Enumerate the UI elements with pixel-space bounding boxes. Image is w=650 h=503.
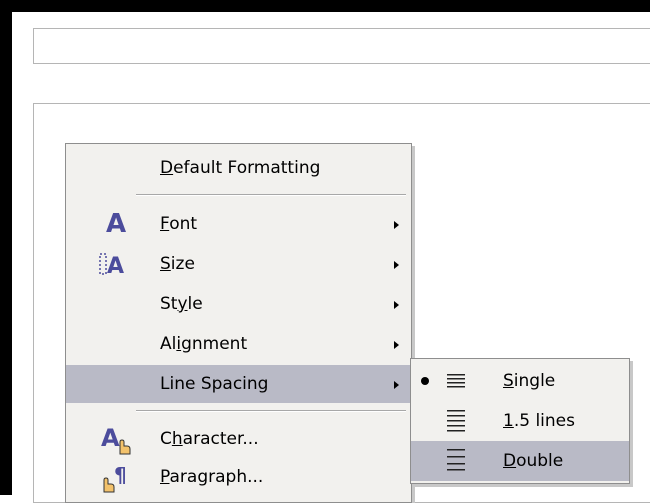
selected-radio-icon [421, 377, 429, 385]
header-field[interactable] [33, 28, 650, 64]
menu-item-style[interactable]: Style [66, 285, 411, 323]
menu-separator [136, 194, 406, 196]
character-icon: A [101, 424, 131, 455]
submenu-item-single[interactable]: Single [411, 361, 629, 401]
label-rest: ouble [516, 451, 564, 471]
menu-item-label: Paragraph... [160, 467, 263, 487]
single-spacing-icon [447, 374, 465, 388]
menu-item-label: Font [160, 214, 197, 234]
label-rest: aracter... [182, 429, 259, 449]
mnemonic: S [160, 254, 171, 274]
label-rest: ont [169, 214, 198, 234]
menu-item-label: Character... [160, 429, 259, 449]
line-spacing-submenu: Single 1.5 lines Double [410, 358, 630, 484]
one-and-half-spacing-icon [447, 410, 465, 432]
label-rest: .5 lines [513, 411, 575, 431]
label-pre: St [160, 294, 178, 314]
svg-text:A: A [101, 424, 120, 452]
mnemonic: y [177, 294, 188, 314]
menu-item-alignment[interactable]: Alignment [66, 325, 411, 363]
submenu-arrow-icon [394, 381, 399, 389]
submenu-item-label: Double [503, 451, 563, 471]
mnemonic: P [160, 467, 170, 487]
mnemonic: D [503, 451, 517, 471]
label-rest: gnment [181, 334, 248, 354]
menu-item-label: Line Spacing [160, 374, 269, 394]
mnemonic: h [171, 429, 183, 449]
menu-item-label: Default Formatting [160, 158, 320, 178]
label-pre: C [160, 429, 172, 449]
svg-text:A: A [107, 254, 124, 278]
font-size-icon: A [99, 253, 124, 278]
menu-item-label: Size [160, 254, 195, 274]
menu-item-label: Alignment [160, 334, 247, 354]
menu-item-label: Style [160, 294, 203, 314]
menu-item-character[interactable]: A Character... [66, 420, 411, 458]
submenu-arrow-icon [394, 221, 399, 229]
menu-item-paragraph[interactable]: ¶ Paragraph... [66, 458, 411, 496]
mnemonic: D [160, 158, 174, 178]
mnemonic: 1 [503, 411, 514, 431]
paragraph-icon: ¶ [103, 463, 127, 493]
submenu-arrow-icon [394, 301, 399, 309]
label-rest: le [187, 294, 203, 314]
mnemonic: S [503, 371, 514, 391]
font-icon: A [106, 209, 127, 239]
menu-item-size[interactable]: A Size [66, 245, 411, 283]
label-pre: Al [160, 334, 177, 354]
submenu-item-1-5-lines[interactable]: 1.5 lines [411, 401, 629, 441]
menu-item-default-formatting[interactable]: Default Formatting [66, 149, 411, 187]
label-rest: ize [170, 254, 195, 274]
menu-item-line-spacing[interactable]: Line Spacing [66, 365, 411, 403]
submenu-item-label: Single [503, 371, 555, 391]
context-menu: Default Formatting A Font A Size Style A… [65, 143, 412, 503]
window-frame-top [0, 0, 650, 12]
mnemonic: F [160, 214, 170, 234]
submenu-arrow-icon [394, 341, 399, 349]
double-spacing-icon [447, 449, 465, 471]
menu-separator [136, 410, 406, 412]
svg-text:¶: ¶ [114, 463, 127, 487]
label-rest: ingle [513, 371, 556, 391]
menu-item-font[interactable]: A Font [66, 205, 411, 243]
label-rest: aragraph... [169, 467, 264, 487]
submenu-item-double[interactable]: Double [411, 441, 629, 481]
label-rest: efault Formatting [173, 158, 321, 178]
submenu-arrow-icon [394, 261, 399, 269]
submenu-item-label: 1.5 lines [503, 411, 575, 431]
window-frame-left [0, 0, 12, 495]
